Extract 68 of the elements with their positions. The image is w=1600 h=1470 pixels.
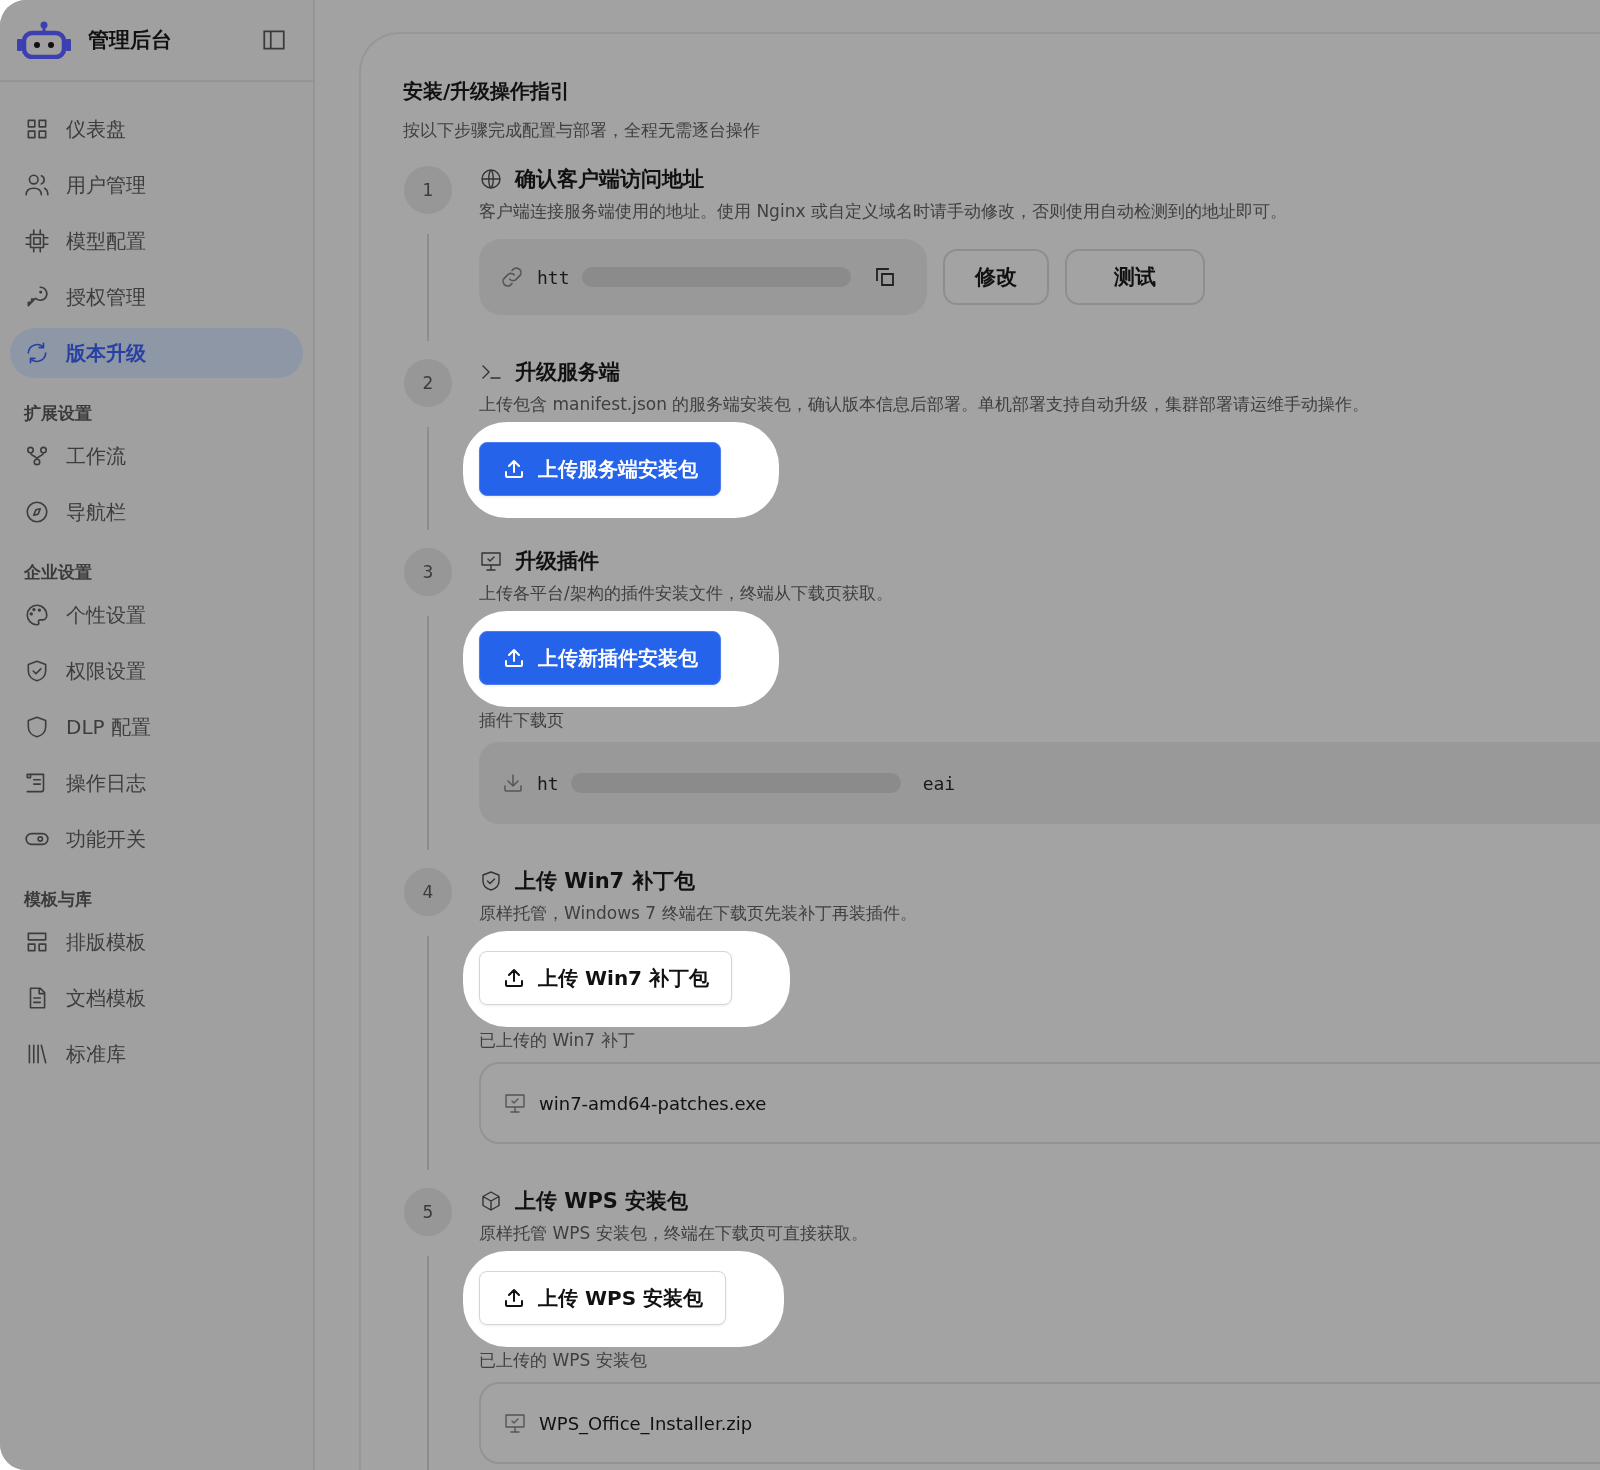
nav-item[interactable]: 标准库 [10,1029,303,1079]
copy-icon[interactable] [873,265,897,289]
step-title: 确认客户端访问地址 [515,166,704,193]
file-item: WPS_Office_Installer.zip [479,1382,1600,1464]
monitor-icon [479,549,503,573]
step-description: 上传各平台/架构的插件安装文件，终端从下载页获取。 [479,582,894,605]
link-icon [499,264,525,290]
nav-item[interactable]: 权限设置 [10,646,303,696]
download-icon [501,771,525,795]
upload-icon [502,646,526,670]
nav-item[interactable]: 模型配置 [10,216,303,266]
step-description: 原样托管，Windows 7 终端在下载页先装补丁再装插件。 [479,902,918,925]
step-description: 客户端连接服务端使用的地址。使用 Nginx 或自定义域名时请手动修改，否则使用自动检测到的地址即可。 [479,200,1288,223]
section-heading: 模板与库 [23,888,93,911]
sidebar-toggle-icon[interactable] [261,27,287,53]
nav-item[interactable]: 导航栏 [10,487,303,537]
action-button[interactable]: 修改 [943,249,1049,305]
app-title: 管理后台 [88,27,173,54]
shield-check-icon [479,869,503,893]
upload-button[interactable]: 上传 WPS 安装包 [479,1271,727,1325]
robot-logo [16,21,72,59]
step-title: 升级服务端 [515,359,620,386]
section-heading: 企业设置 [23,561,93,584]
nav-item[interactable]: DLP 配置 [10,702,303,752]
chip-icon [24,228,50,254]
nav-item[interactable]: 功能开关 [10,814,303,864]
compass-icon [24,499,50,525]
upload-button[interactable]: 上传 Win7 补丁包 [479,951,732,1005]
palette-icon [24,602,50,628]
step-title: 升级插件 [515,548,599,575]
file-item: win7-amd64-patches.exe [479,1062,1600,1144]
section-heading: 扩展设置 [22,402,93,425]
step-title: 上传 WPS 安装包 [515,1188,689,1215]
card-title: 安装/升级操作指引 [403,78,572,105]
upload-icon [502,966,526,990]
upload-icon [502,457,526,481]
step-number: 1 [404,166,452,214]
field-label: 插件下载页 [479,709,564,732]
field-label: 已上传的 WPS 安装包 [479,1349,647,1372]
nav-item[interactable]: 仪表盘 [10,104,303,154]
card-subtitle: 按以下步骤完成配置与部署，全程无需逐台操作 [403,119,761,142]
step-number: 2 [404,359,452,407]
monitor-icon [503,1411,527,1435]
nav-item[interactable]: 个性设置 [10,590,303,640]
nav-item[interactable]: 工作流 [10,431,303,481]
step-number: 3 [404,548,452,596]
step-number: 5 [404,1188,452,1236]
nav-item[interactable]: 授权管理 [10,272,303,322]
step-title: 上传 Win7 补丁包 [515,868,695,895]
address-field[interactable]: htt [479,239,927,315]
nav-item[interactable]: 操作日志 [10,758,303,808]
box-icon [479,1189,503,1213]
nav-item[interactable]: 文档模板 [10,973,303,1023]
monitor-icon [503,1091,527,1115]
step-description: 原样托管 WPS 安装包，终端在下载页可直接获取。 [479,1222,869,1245]
users-icon [24,172,50,198]
nav-item[interactable]: 用户管理 [10,160,303,210]
nav-item[interactable]: 排版模板 [10,917,303,967]
upload-icon [502,1286,526,1310]
action-button[interactable]: 测试 [1065,249,1205,305]
field-label: 已上传的 Win7 补丁 [479,1029,635,1052]
globe-icon [479,167,503,191]
step-description: 上传包含 manifest.json 的服务端安装包，确认版本信息后部署。单机部署支持自动升级，集群部署请运维手动操作。 [479,393,1371,416]
upload-button[interactable]: 上传服务端安装包 [479,442,721,496]
upload-button[interactable]: 上传新插件安装包 [479,631,721,685]
download-link-field[interactable]: ht eai [479,742,1600,824]
nav-item[interactable]: 版本升级 [10,328,303,378]
step-number: 4 [404,868,452,916]
